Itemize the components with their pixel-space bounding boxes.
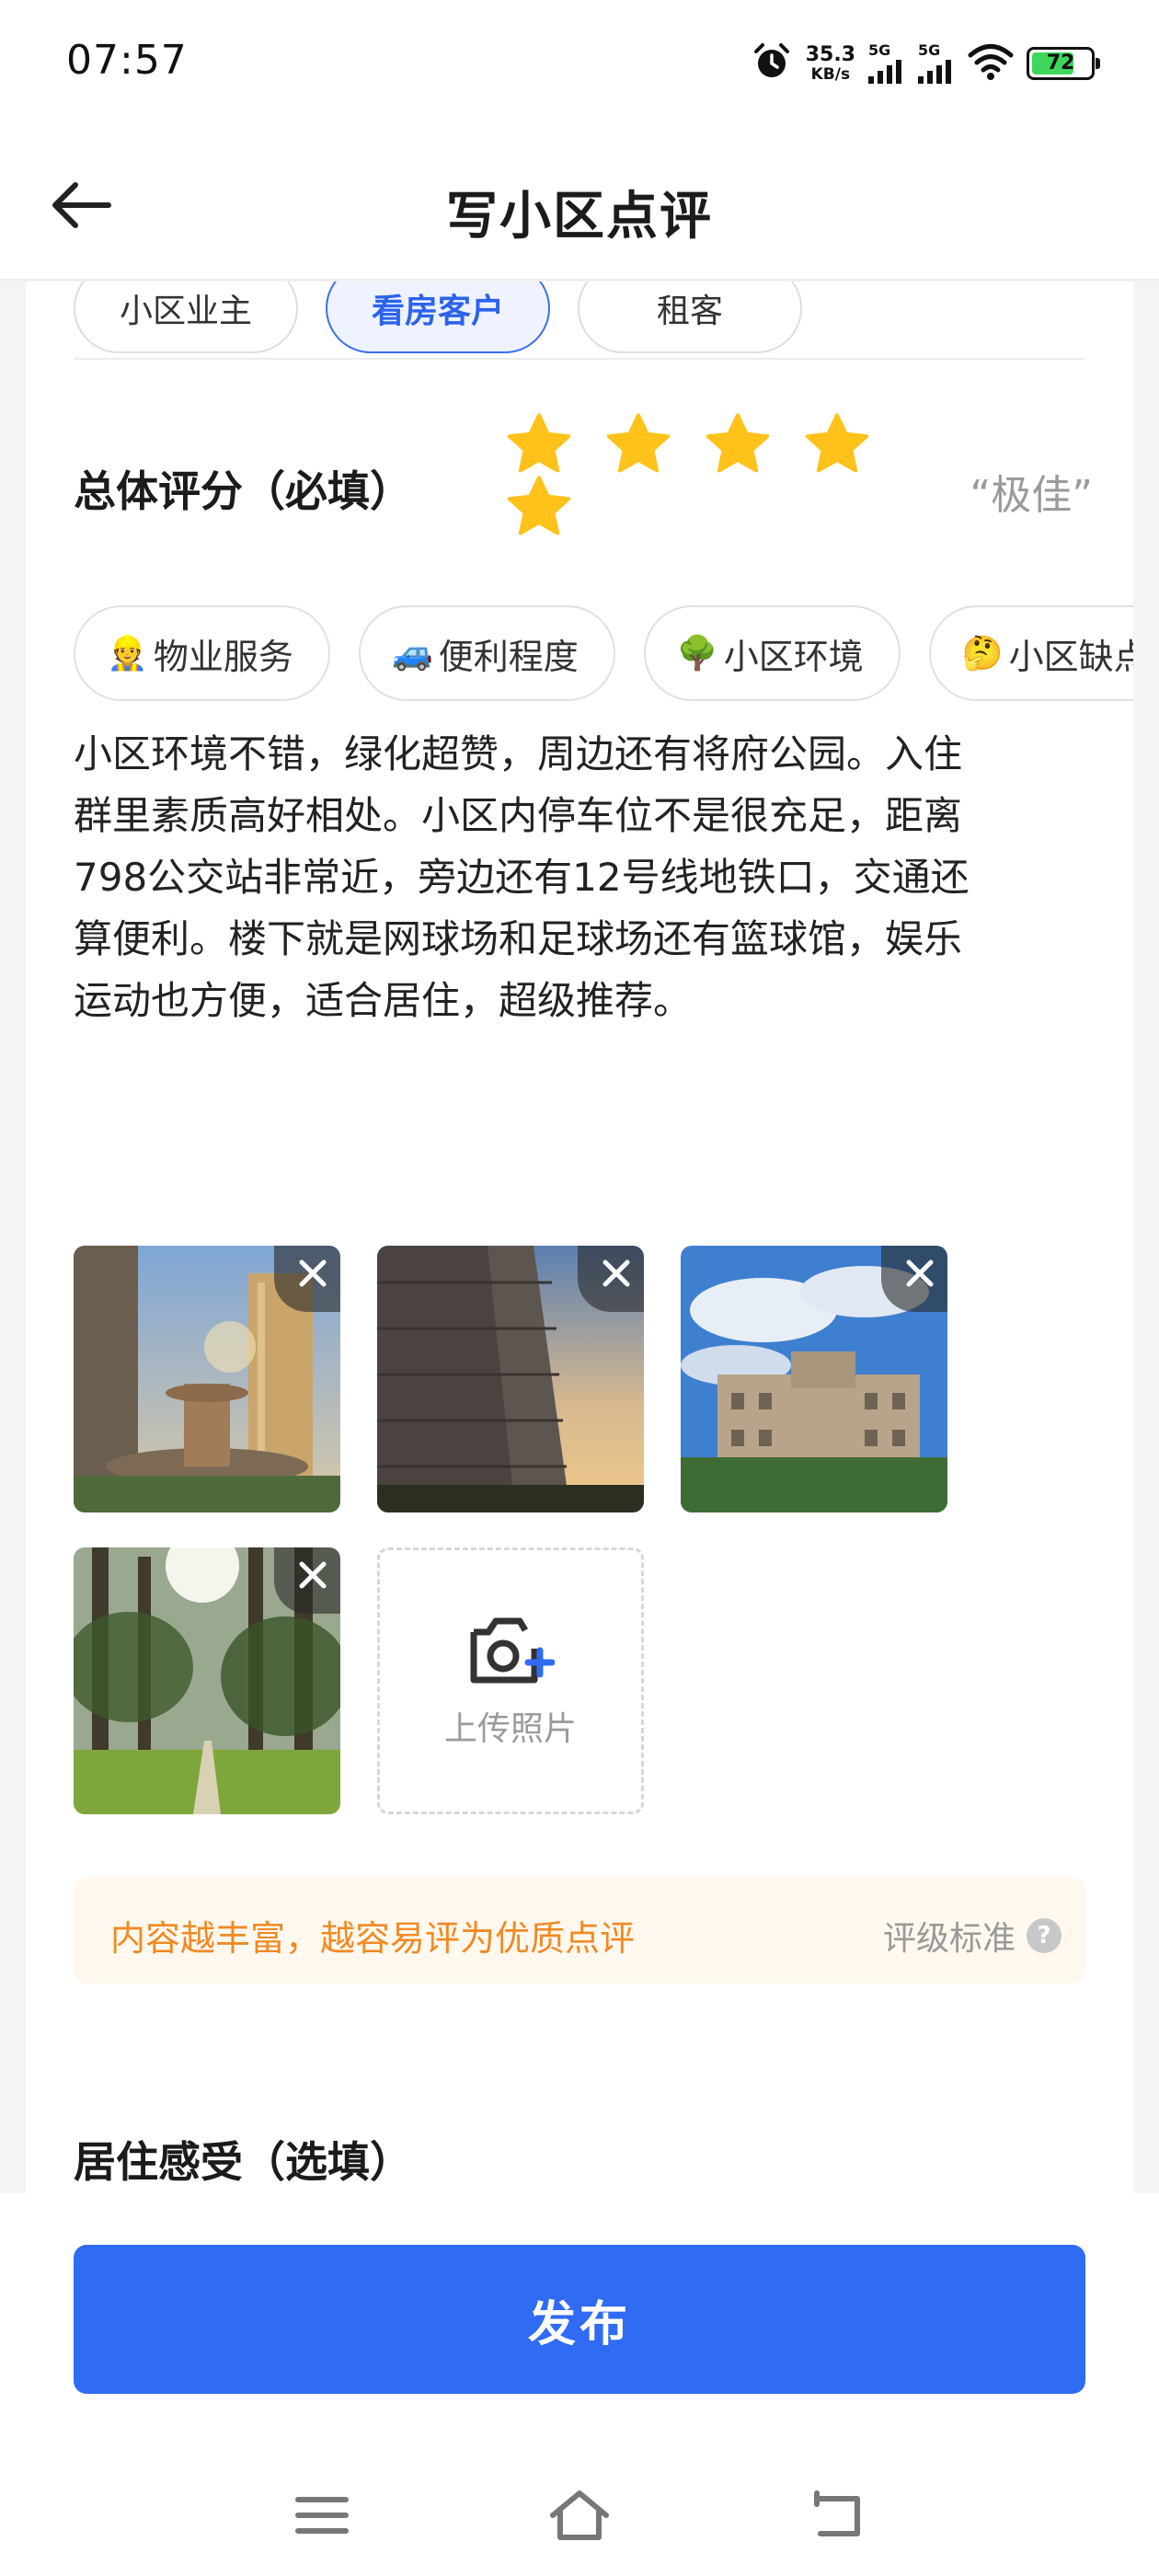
delete-photo-button[interactable] [274,1246,340,1312]
living-experience-card: 居住感受（选填） [26,2052,1133,2194]
close-icon [299,1259,327,1287]
system-menu-button[interactable] [276,2469,368,2561]
page-title: 写小区点评 [446,187,713,247]
star-rating[interactable] [504,410,909,576]
tag-property-service[interactable]: 👷 物业服务 [74,605,330,701]
nav-bar: 写小区点评 [0,129,1159,281]
role-option-visitor[interactable]: 看房客户 [326,282,550,353]
close-icon [299,1561,327,1589]
photo-thumbnail[interactable] [74,1547,340,1814]
star-icon[interactable] [504,410,574,480]
home-icon [550,2490,609,2540]
publish-button[interactable]: 发布 [74,2245,1085,2394]
return-icon [814,2490,860,2536]
camera-plus-icon [470,1617,555,1684]
photo-grid: 上传照片 [74,1246,1095,1853]
star-icon[interactable] [603,410,673,480]
star-icon[interactable] [802,410,872,480]
scroll-content[interactable]: 小区业主 看房客户 租客 总体评分（必填） “极佳” 👷 物业服务 🚙 便利程度 🌳… [0,282,1159,2194]
star-icon[interactable] [703,410,773,480]
close-icon [602,1259,630,1287]
rating-standard-link[interactable]: 评级标准 ? [883,1912,1061,1960]
tip-text: 内容越丰富，越容易评为优质点评 [110,1918,636,1959]
network-speed: 35.3 KB/s [805,42,855,84]
section-title: 居住感受（选填） [74,2137,412,2187]
system-nav-bar [0,2469,1159,2561]
bottom-bar: 发布 [0,2193,1159,2576]
rating-label: 总体评分（必填） [74,466,412,516]
write-review-screen: 07:57 35.3 KB/s 5G 5G 72 写小区点评 小区业主 看房客户… [0,0,1159,2576]
alarm-icon [751,40,793,86]
tag-environment[interactable]: 🌳 小区环境 [643,605,901,701]
review-card: 小区业主 看房客户 租客 总体评分（必填） “极佳” 👷 物业服务 🚙 便利程度 🌳… [26,282,1133,2194]
close-icon [906,1259,934,1287]
wifi-icon [968,43,1014,84]
signal-bars-icon [868,60,901,84]
battery-indicator: 72 [1027,47,1100,80]
question-icon: ? [1027,1918,1061,1953]
menu-icon [295,2497,349,2534]
photo-thumbnail[interactable] [377,1246,644,1512]
status-icons: 35.3 KB/s 5G 5G 72 [751,40,1100,86]
photo-thumbnail[interactable] [681,1246,947,1512]
role-selector: 小区业主 看房客户 租客 [74,282,802,353]
signal-bars-icon [918,60,951,84]
star-icon[interactable] [504,473,574,543]
upload-photo-button[interactable]: 上传照片 [377,1547,644,1814]
signal-sim1: 5G [868,43,905,84]
divider [74,358,1085,360]
role-option-tenant[interactable]: 租客 [578,282,802,353]
system-home-button[interactable] [534,2469,625,2561]
status-time: 07:57 [66,37,188,84]
review-text-input[interactable]: 小区环境不错，绿化超赞，周边还有将府公园。入住 群里素质高好相处。小区内停车位不… [74,723,1089,1031]
topic-tags[interactable]: 👷 物业服务 🚙 便利程度 🌳 小区环境 🤔 小区缺点 [74,605,1133,707]
signal-sim2: 5G [918,43,955,84]
rating-word: “极佳” [970,472,1093,519]
role-option-owner[interactable]: 小区业主 [74,282,298,353]
delete-photo-button[interactable] [274,1547,340,1614]
delete-photo-button[interactable] [578,1246,644,1312]
system-back-button[interactable] [791,2469,883,2561]
tag-convenience[interactable]: 🚙 便利程度 [358,605,615,701]
photo-thumbnail[interactable] [74,1246,340,1512]
delete-photo-button[interactable] [881,1246,947,1312]
quality-tip-banner: 内容越丰富，越容易评为优质点评 评级标准 ? [74,1877,1085,1984]
status-bar: 07:57 35.3 KB/s 5G 5G 72 [0,0,1159,129]
tag-drawbacks[interactable]: 🤔 小区缺点 [928,605,1133,701]
